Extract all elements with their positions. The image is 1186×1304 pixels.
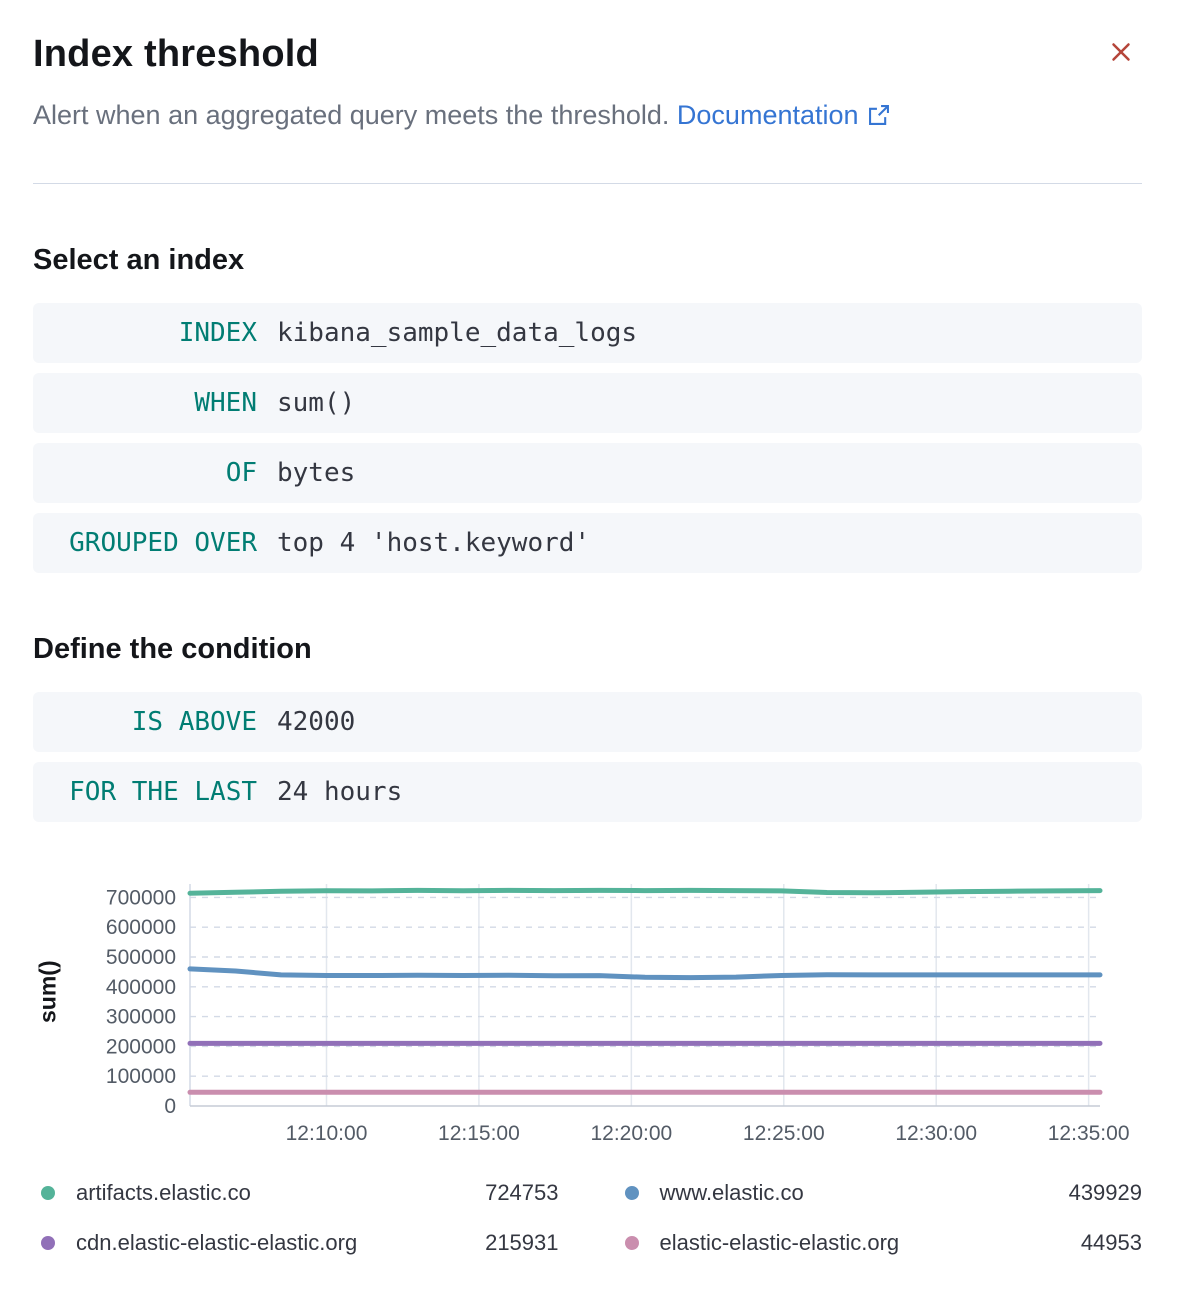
expression-keyword: INDEX [33, 318, 257, 348]
svg-text:600000: 600000 [106, 916, 176, 939]
expression-value: top 4 'host.keyword' [277, 528, 590, 558]
condition-expression-rows: IS ABOVE 42000 FOR THE LAST 24 hours [33, 692, 1142, 822]
y-axis-label: sum() [33, 878, 63, 1106]
index-expression[interactable]: INDEX kibana_sample_data_logs [33, 303, 1142, 363]
time-window-expression[interactable]: FOR THE LAST 24 hours [33, 762, 1142, 822]
svg-text:300000: 300000 [106, 1006, 176, 1029]
series-value: 44953 [1081, 1230, 1142, 1256]
expression-value: 24 hours [277, 777, 402, 807]
divider [33, 183, 1142, 184]
svg-text:12:15:00: 12:15:00 [438, 1122, 520, 1145]
series-color-dot [41, 1236, 55, 1250]
series-name: elastic-elastic-elastic.org [660, 1230, 900, 1256]
expression-value: bytes [277, 458, 355, 488]
flyout-header: Index threshold Alert when an aggregated… [33, 33, 1142, 133]
expression-keyword: WHEN [33, 388, 257, 418]
when-expression[interactable]: WHEN sum() [33, 373, 1142, 433]
expression-value: sum() [277, 388, 355, 418]
grouped-over-expression[interactable]: GROUPED OVER top 4 'host.keyword' [33, 513, 1142, 573]
svg-text:400000: 400000 [106, 976, 176, 999]
series-name: www.elastic.co [660, 1180, 804, 1206]
svg-text:12:30:00: 12:30:00 [895, 1122, 977, 1145]
legend-item[interactable]: www.elastic.co 439929 [625, 1180, 1143, 1206]
line-chart: 12:10:00 12:15:00 12:20:00 12:25:00 12:30:00… [63, 878, 1142, 1148]
subtitle-text: Alert when an aggregated query meets the… [33, 100, 669, 130]
series-name: artifacts.elastic.co [76, 1180, 251, 1206]
page-title: Index threshold [33, 33, 1142, 76]
svg-text:200000: 200000 [106, 1035, 176, 1058]
expression-keyword: GROUPED OVER [33, 528, 257, 558]
section-heading-define-condition: Define the condition [33, 633, 1142, 666]
chart-legend: artifacts.elastic.co 724753 www.elastic.… [33, 1180, 1142, 1256]
series-name: cdn.elastic-elastic-elastic.org [76, 1230, 357, 1256]
series-color-dot [625, 1236, 639, 1250]
expression-value: 42000 [277, 707, 355, 737]
expression-value: kibana_sample_data_logs [277, 318, 637, 348]
series-value: 215931 [485, 1230, 558, 1256]
series-color-dot [41, 1186, 55, 1200]
legend-item[interactable]: elastic-elastic-elastic.org 44953 [625, 1230, 1143, 1256]
svg-text:500000: 500000 [106, 946, 176, 969]
index-threshold-flyout: Index threshold Alert when an aggregated… [0, 0, 1186, 1256]
svg-text:12:25:00: 12:25:00 [743, 1122, 825, 1145]
close-icon[interactable] [1106, 37, 1136, 67]
index-expression-rows: INDEX kibana_sample_data_logs WHEN sum()… [33, 303, 1142, 573]
subtitle: Alert when an aggregated query meets the… [33, 100, 1142, 133]
svg-text:12:20:00: 12:20:00 [590, 1122, 672, 1145]
series-value: 724753 [485, 1180, 558, 1206]
expression-keyword: IS ABOVE [33, 707, 257, 737]
svg-text:12:35:00: 12:35:00 [1048, 1122, 1130, 1145]
define-condition-section: Define the condition IS ABOVE 42000 FOR … [33, 633, 1142, 822]
external-link-icon [868, 102, 890, 133]
svg-text:0: 0 [164, 1095, 176, 1118]
legend-item[interactable]: artifacts.elastic.co 724753 [41, 1180, 559, 1206]
series-color-dot [625, 1186, 639, 1200]
series-value: 439929 [1069, 1180, 1142, 1206]
of-expression[interactable]: OF bytes [33, 443, 1142, 503]
section-heading-select-index: Select an index [33, 244, 1142, 277]
expression-keyword: FOR THE LAST [33, 777, 257, 807]
threshold-expression[interactable]: IS ABOVE 42000 [33, 692, 1142, 752]
threshold-preview-chart: sum() 12:10:0012:15:0012:20:0012:25:0012… [33, 878, 1142, 1148]
legend-item[interactable]: cdn.elastic-elastic-elastic.org 215931 [41, 1230, 559, 1256]
select-index-section: Select an index INDEX kibana_sample_data… [33, 244, 1142, 573]
svg-text:100000: 100000 [106, 1065, 176, 1088]
documentation-link[interactable]: Documentation [677, 100, 859, 130]
svg-text:12:10:00: 12:10:00 [286, 1122, 368, 1145]
svg-text:700000: 700000 [106, 886, 176, 909]
expression-keyword: OF [33, 458, 257, 488]
